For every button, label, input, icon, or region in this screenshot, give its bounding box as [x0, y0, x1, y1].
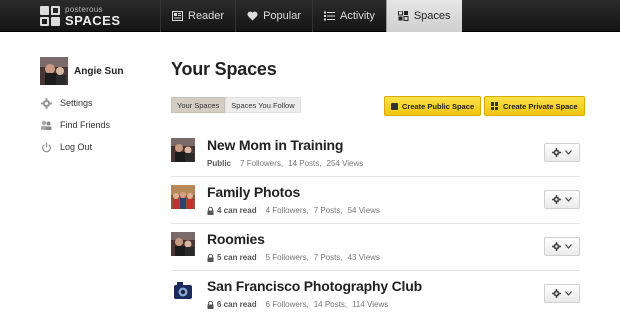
- friends-icon: [40, 119, 52, 131]
- nav-spaces-label: Spaces: [413, 10, 451, 22]
- followers-count: 4 Followers,: [265, 206, 309, 215]
- gear-icon: [552, 195, 561, 204]
- followers-count: 7 Followers,: [240, 159, 284, 168]
- space-privacy: Public: [207, 159, 232, 168]
- reader-icon: [172, 11, 183, 21]
- top-navigation-bar: posterous SPACES Reader Popular Activity…: [0, 0, 620, 32]
- grid-icon: [397, 11, 409, 21]
- spaces-list: New Mom in Training Public 7 Followers, …: [171, 130, 580, 318]
- posterous-spaces-logo[interactable]: posterous SPACES: [40, 5, 121, 27]
- space-privacy-label: 6 can read: [217, 300, 257, 309]
- space-meta: 5 can read 5 Followers, 7 Posts, 43 View…: [207, 253, 380, 262]
- gear-icon: [552, 148, 561, 157]
- user-name[interactable]: Angie Sun: [74, 66, 123, 77]
- posts-count: 7 Posts,: [313, 253, 343, 262]
- tab-spaces-you-follow[interactable]: Spaces You Follow: [225, 97, 301, 113]
- space-name[interactable]: San Francisco Photography Club: [207, 278, 422, 294]
- space-privacy-label: 5 can read: [217, 253, 257, 262]
- posts-count: 14 Posts,: [313, 300, 348, 309]
- lock-icon: [207, 206, 214, 215]
- space-privacy-label: 4 can read: [217, 206, 257, 215]
- public-space-icon: [391, 102, 398, 110]
- views-count: 43 Views: [347, 253, 380, 262]
- posts-count: 14 Posts,: [288, 159, 322, 168]
- tab-your-spaces[interactable]: Your Spaces: [171, 97, 226, 113]
- chevron-down-icon: [565, 244, 572, 249]
- nav-popular[interactable]: Popular: [235, 0, 312, 32]
- space-privacy: 5 can read: [207, 253, 257, 262]
- logo-big-text: SPACES: [65, 12, 121, 28]
- chevron-down-icon: [565, 197, 572, 202]
- followers-count: 6 Followers,: [265, 300, 309, 309]
- create-private-space-label: Create Private Space: [503, 101, 578, 111]
- space-name[interactable]: New Mom in Training: [207, 137, 343, 153]
- sidebar-item-label: Settings: [60, 98, 93, 108]
- sidebar-item-find-friends[interactable]: Find Friends: [40, 118, 110, 132]
- nav-reader-label: Reader: [188, 10, 225, 22]
- posts-count: 7 Posts,: [313, 206, 343, 215]
- gear-icon: [40, 97, 52, 109]
- space-meta: 4 can read 4 Followers, 7 Posts, 54 View…: [207, 206, 380, 215]
- space-thumbnail[interactable]: [171, 279, 195, 303]
- views-count: 54 Views: [347, 206, 380, 215]
- sidebar-item-label: Find Friends: [60, 120, 111, 130]
- space-privacy: 6 can read: [207, 300, 257, 309]
- space-settings-button[interactable]: [544, 190, 580, 209]
- views-count: 114 Views: [352, 300, 389, 309]
- list-icon: [324, 11, 335, 21]
- create-private-space-button[interactable]: Create Private Space: [484, 96, 585, 116]
- space-meta: Public 7 Followers, 14 Posts, 254 Views: [207, 159, 363, 168]
- private-space-icon: [491, 102, 499, 110]
- space-name[interactable]: Family Photos: [207, 184, 300, 200]
- sidebar-item-label: Log Out: [60, 142, 93, 152]
- sidebar-menu: Settings Find Friends Log Out: [40, 96, 110, 162]
- list-item: Family Photos 4 can read 4 Followers, 7 …: [171, 177, 580, 224]
- space-settings-button[interactable]: [544, 237, 580, 256]
- gear-icon: [552, 242, 561, 251]
- logo-icon: [40, 6, 60, 26]
- space-name[interactable]: Roomies: [207, 231, 265, 247]
- gear-icon: [552, 289, 561, 298]
- power-icon: [40, 141, 52, 153]
- nav-activity[interactable]: Activity: [312, 0, 386, 32]
- chevron-down-icon: [565, 291, 572, 296]
- space-privacy: 4 can read: [207, 206, 257, 215]
- space-meta: 6 can read 6 Followers, 14 Posts, 114 Vi…: [207, 300, 388, 309]
- main-nav: Reader Popular Activity Spaces: [160, 0, 462, 32]
- space-settings-button[interactable]: [544, 143, 580, 162]
- space-thumbnail[interactable]: [171, 138, 195, 162]
- nav-activity-label: Activity: [340, 10, 375, 22]
- lock-icon: [207, 300, 214, 309]
- space-settings-button[interactable]: [544, 284, 580, 303]
- page-title: Your Spaces: [171, 59, 277, 79]
- chevron-down-icon: [565, 150, 572, 155]
- lock-icon: [207, 253, 214, 262]
- create-public-space-label: Create Public Space: [402, 101, 475, 111]
- user-profile[interactable]: Angie Sun: [40, 57, 123, 85]
- avatar[interactable]: [40, 57, 68, 85]
- space-thumbnail[interactable]: [171, 232, 195, 256]
- spaces-tabs: Your Spaces Spaces You Follow: [171, 97, 301, 113]
- views-count: 254 Views: [326, 159, 364, 168]
- followers-count: 5 Followers,: [265, 253, 309, 262]
- create-public-space-button[interactable]: Create Public Space: [384, 96, 482, 116]
- list-item: Roomies 5 can read 5 Followers, 7 Posts,…: [171, 224, 580, 271]
- nav-popular-label: Popular: [263, 10, 301, 22]
- list-item: New Mom in Training Public 7 Followers, …: [171, 130, 580, 177]
- nav-reader[interactable]: Reader: [160, 0, 235, 32]
- sidebar-item-settings[interactable]: Settings: [40, 96, 110, 110]
- list-item: San Francisco Photography Club 6 can rea…: [171, 271, 580, 318]
- sidebar-item-log-out[interactable]: Log Out: [40, 140, 110, 154]
- nav-spaces[interactable]: Spaces: [385, 0, 462, 32]
- heart-icon: [247, 11, 258, 21]
- space-thumbnail[interactable]: [171, 185, 195, 209]
